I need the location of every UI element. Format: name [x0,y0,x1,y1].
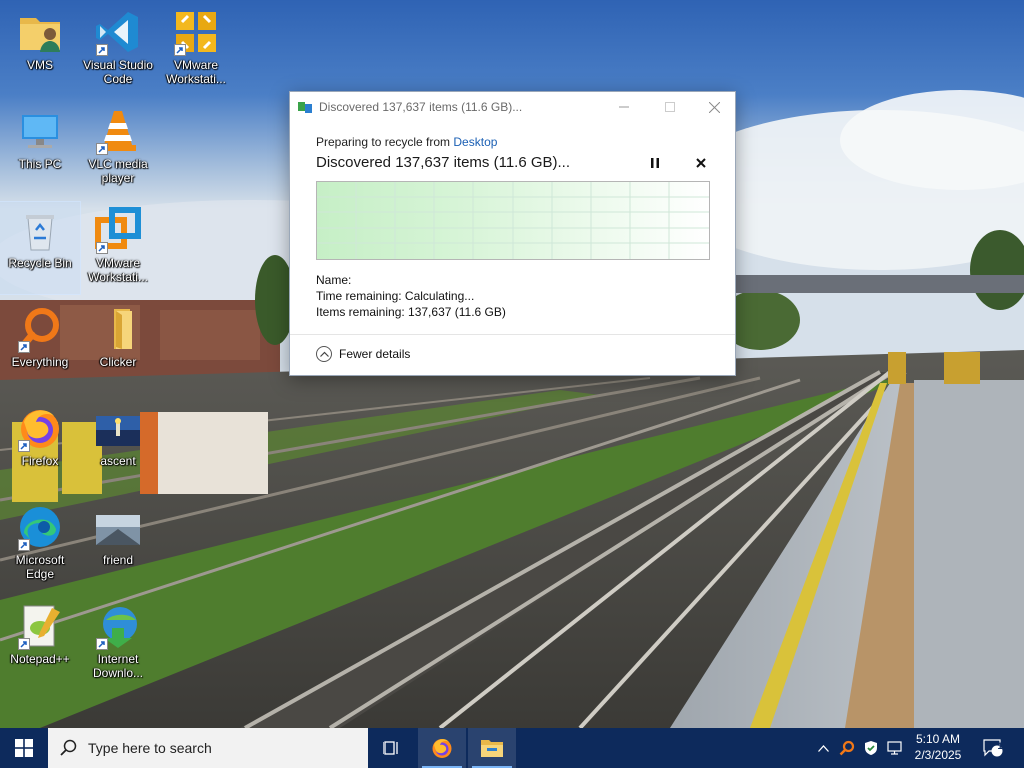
items-remaining: Items remaining: 137,637 (11.6 GB) [316,305,506,319]
shortcut-arrow-icon [18,638,30,650]
maximize-icon [665,102,675,112]
search-placeholder: Type here to search [88,740,212,756]
idm-icon [94,602,142,650]
file-operation-icon [298,102,312,113]
folder-user-icon [16,8,64,56]
desktop-icon-vscode[interactable]: Visual Studio Code [78,4,158,96]
taskbar-clock[interactable]: 5:10 AM 2/3/2025 [904,731,972,763]
dialog-divider [290,334,735,335]
fewer-details-toggle[interactable]: Fewer details [316,346,410,362]
image-file-icon [94,404,142,452]
show-hidden-icons-button[interactable] [812,728,834,768]
computer-icon [16,107,64,155]
everything-search-icon [839,740,855,756]
search-icon [60,739,77,756]
firefox-icon [432,739,452,758]
maximize-button[interactable] [647,92,693,122]
desktop-icon-notepadpp[interactable]: Notepad++ [0,598,80,690]
shortcut-arrow-icon [96,143,108,155]
shortcut-arrow-icon [96,638,108,650]
tray-security[interactable] [860,728,882,768]
tray-everything[interactable] [836,728,858,768]
fewer-details-label: Fewer details [339,347,411,361]
vlc-icon [94,107,142,155]
recycle-progress-dialog[interactable]: Discovered 137,637 items (11.6 GB)... Pr… [289,91,736,376]
desktop-icon-ascent[interactable]: ascent [78,400,158,492]
shortcut-arrow-icon [96,242,108,254]
windows-logo-icon [15,739,33,757]
desktop-icon-idm[interactable]: Internet Downlo... [78,598,158,690]
pause-button[interactable] [646,154,664,172]
desktop-icon-recycle-bin[interactable]: Recycle Bin [0,201,81,295]
progress-graph [316,181,710,260]
shortcut-arrow-icon [18,341,30,353]
progress-details: Name: Time remaining: Calculating... Ite… [316,272,506,320]
taskbar: Type here to search 5:10 AM 2/3/2025 1 [0,728,1024,768]
recycle-bin-icon [16,206,64,254]
desktop-icon-vmware-2[interactable]: VMware Workstati... [78,202,158,294]
shortcut-arrow-icon [18,539,30,551]
chevron-up-icon [316,346,332,362]
desktop-icon-this-pc[interactable]: This PC [0,103,80,195]
taskbar-file-explorer[interactable] [468,728,516,768]
chevron-up-icon [817,744,829,752]
minimize-icon [619,106,629,108]
start-button[interactable] [0,728,48,768]
pause-icon [651,158,659,168]
notification-count: 1 [997,741,1003,751]
close-icon [708,101,720,113]
folder-icon [94,305,142,353]
shield-icon [865,741,877,755]
clock-time: 5:10 AM [915,732,961,746]
desktop-icon-friend[interactable]: friend [78,499,158,591]
desktop-icon-everything[interactable]: Everything [0,301,80,393]
desktop-icon-clicker[interactable]: Clicker [78,301,158,393]
close-button[interactable] [691,92,737,122]
minimize-button[interactable] [601,92,647,122]
cancel-icon [696,158,706,168]
desktop-icon-vmware-1[interactable]: VMware Workstati... [156,4,236,96]
vmware-workstation-icon [94,206,142,254]
everything-search-icon [16,305,64,353]
progress-heading: Discovered 137,637 items (11.6 GB)... [316,154,571,171]
vscode-icon [94,8,142,56]
recycle-source-text: Preparing to recycle from Desktop [316,135,498,149]
taskbar-firefox[interactable] [418,728,466,768]
cancel-button[interactable] [692,154,710,172]
shortcut-arrow-icon [96,44,108,56]
dialog-title: Discovered 137,637 items (11.6 GB)... [319,100,523,114]
task-view-icon [383,741,398,755]
desktop-icon-vlc[interactable]: VLC media player [78,103,158,195]
network-icon [887,741,902,755]
dialog-titlebar[interactable]: Discovered 137,637 items (11.6 GB)... [290,92,735,122]
tray-network[interactable] [884,728,906,768]
notepadpp-icon [16,602,64,650]
edge-icon [16,503,64,551]
progress-graph-canvas [317,182,709,259]
clock-date: 2/3/2025 [914,748,962,762]
taskbar-search-box[interactable]: Type here to search [48,728,368,768]
task-view-button[interactable] [368,728,416,768]
firefox-icon [16,404,64,452]
action-center-button[interactable]: 1 [978,728,1008,768]
vmware-icon [172,8,220,56]
name-label: Name: [316,273,352,287]
shortcut-arrow-icon [18,440,30,452]
file-explorer-icon [481,740,503,757]
time-remaining: Time remaining: Calculating... [316,289,475,303]
shortcut-arrow-icon [174,44,186,56]
desktop-icon-edge[interactable]: Microsoft Edge [0,499,80,591]
desktop-link[interactable]: Desktop [453,135,497,149]
image-file-icon [94,503,142,551]
desktop-icon-vms[interactable]: VMS [0,4,80,96]
desktop-icon-firefox[interactable]: Firefox [0,400,80,492]
